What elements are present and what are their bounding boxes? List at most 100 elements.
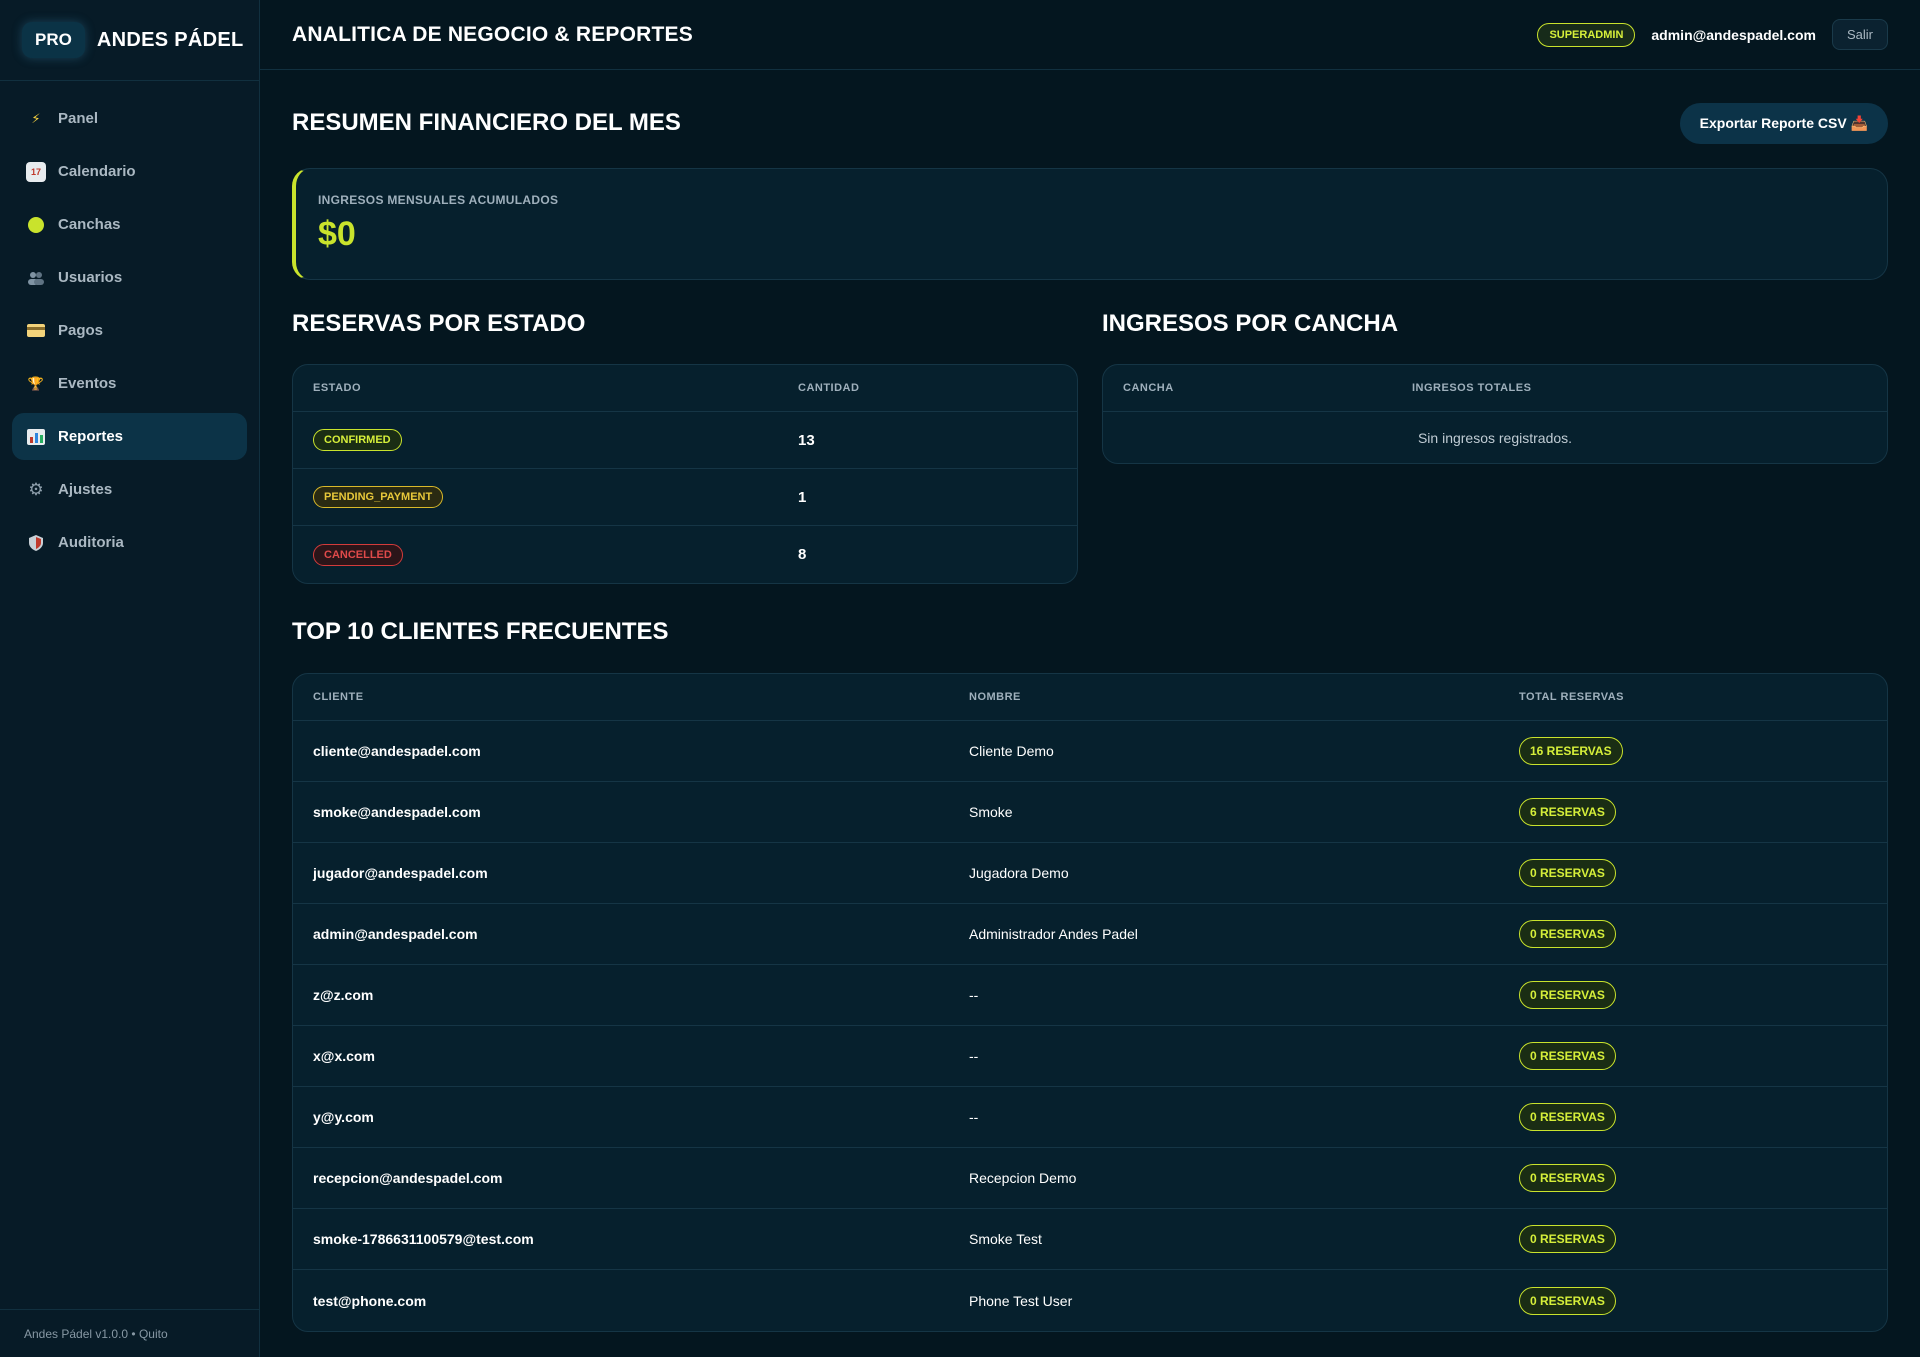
sidebar-item-label: Panel [58, 110, 99, 127]
calendar-icon: 17 [26, 161, 46, 182]
client-email: z@z.com [313, 987, 374, 1003]
reservations-badge: 16 RESERVAS [1519, 737, 1623, 765]
table-row: z@z.com -- 0 RESERVAS [293, 965, 1887, 1026]
shield-icon [26, 533, 46, 553]
client-email: jugador@andespadel.com [313, 865, 488, 881]
bar-chart-icon [26, 427, 46, 447]
reservations-badge: 0 RESERVAS [1519, 1225, 1616, 1253]
brand-name: ANDES PÁDEL [96, 28, 244, 51]
tables-row: RESERVAS POR ESTADO ESTADO CANTIDAD CONF… [292, 308, 1888, 584]
sidebar-item-auditoria[interactable]: Auditoria [12, 519, 247, 566]
sidebar-item-reportes[interactable]: Reportes [12, 413, 247, 460]
trophy-icon: 🏆 [27, 375, 45, 391]
table-row: admin@andespadel.com Administrador Andes… [293, 904, 1887, 965]
topbar: ANALITICA DE NEGOCIO & REPORTES SUPERADM… [260, 0, 1920, 70]
column-header: CLIENTE [313, 691, 364, 703]
client-name: Recepcion Demo [969, 1170, 1077, 1186]
table-header: ESTADO CANTIDAD [293, 365, 1077, 412]
topbar-user-area: SUPERADMIN admin@andespadel.com Salir [1537, 19, 1888, 50]
table-row: cliente@andespadel.com Cliente Demo 16 R… [293, 721, 1887, 782]
client-name: Phone Test User [969, 1292, 1073, 1309]
monthly-revenue-card: INGRESOS MENSUALES ACUMULADOS $0 [292, 168, 1888, 280]
reservations-badge: 6 RESERVAS [1519, 798, 1616, 826]
court-revenue-section: INGRESOS POR CANCHA CANCHA INGRESOS TOTA… [1102, 308, 1888, 584]
export-csv-button[interactable]: Exportar Reporte CSV 📥 [1679, 102, 1888, 144]
clients-table: CLIENTE NOMBRE TOTAL RESERVAS cliente@an… [292, 673, 1888, 1332]
sidebar-item-panel[interactable]: ⚡ Panel [12, 95, 247, 142]
status-count: 8 [798, 546, 807, 563]
client-email: recepcion@andespadel.com [313, 1170, 503, 1186]
reservations-badge: 0 RESERVAS [1519, 920, 1616, 948]
table-row: y@y.com -- 0 RESERVAS [293, 1087, 1887, 1148]
reservations-badge: 0 RESERVAS [1519, 981, 1616, 1009]
client-email: smoke-1786631100579@test.com [313, 1231, 534, 1247]
sidebar-item-pagos[interactable]: Pagos [12, 307, 247, 354]
credit-card-icon [26, 321, 46, 341]
reservations-badge: 0 RESERVAS [1519, 1164, 1616, 1192]
status-badge: PENDING_PAYMENT [313, 486, 444, 508]
kpi-label: INGRESOS MENSUALES ACUMULADOS [318, 193, 559, 207]
financial-header: RESUMEN FINANCIERO DEL MES Exportar Repo… [292, 102, 1888, 144]
sidebar-item-label: Ajustes [58, 481, 113, 498]
client-email: admin@andespadel.com [313, 926, 478, 942]
financial-title: RESUMEN FINANCIERO DEL MES [292, 109, 681, 136]
sidebar: PRO ANDES PÁDEL ⚡ Panel 17 Calendario Ca… [0, 0, 260, 1357]
client-email: smoke@andespadel.com [313, 804, 481, 820]
client-name: Administrador Andes Padel [969, 926, 1138, 942]
table-row: recepcion@andespadel.com Recepcion Demo … [293, 1148, 1887, 1209]
sidebar-item-ajustes[interactable]: ⚙ Ajustes [12, 466, 247, 513]
brand[interactable]: PRO ANDES PÁDEL [0, 0, 259, 81]
client-email: cliente@andespadel.com [313, 743, 481, 759]
client-name: -- [969, 1048, 979, 1064]
kpi-value: $0 [318, 215, 356, 253]
logout-button[interactable]: Salir [1831, 19, 1888, 50]
client-name: Smoke [969, 804, 1013, 820]
status-table-title: RESERVAS POR ESTADO [292, 310, 586, 337]
sidebar-item-label: Canchas [58, 216, 121, 233]
page-title: ANALITICA DE NEGOCIO & REPORTES [292, 22, 693, 46]
empty-state: Sin ingresos registrados. [1417, 429, 1573, 446]
table-row: smoke-1786631100579@test.com Smoke Test … [293, 1209, 1887, 1270]
column-header: INGRESOS TOTALES [1412, 382, 1532, 394]
sidebar-item-label: Usuarios [58, 269, 123, 286]
sidebar-item-usuarios[interactable]: Usuarios [12, 254, 247, 301]
column-header: ESTADO [313, 382, 362, 394]
sidebar-nav: ⚡ Panel 17 Calendario Canchas Usuarios P… [0, 81, 259, 566]
sidebar-item-label: Auditoria [58, 534, 124, 551]
table-row: jugador@andespadel.com Jugadora Demo 0 R… [293, 843, 1887, 904]
sidebar-footer: Andes Pádel v1.0.0 • Quito [0, 1309, 259, 1357]
client-name: Jugadora Demo [969, 865, 1069, 881]
reservations-badge: 0 RESERVAS [1519, 1286, 1616, 1315]
sidebar-item-label: Pagos [58, 322, 104, 339]
table-header: CLIENTE NOMBRE TOTAL RESERVAS [293, 674, 1887, 721]
client-email: test@phone.com [313, 1292, 427, 1309]
table-row: CANCELLED 8 [293, 526, 1077, 583]
client-name: Smoke Test [969, 1231, 1042, 1247]
court-revenue-table: CANCHA INGRESOS TOTALES Sin ingresos reg… [1102, 364, 1888, 464]
table-row: PENDING_PAYMENT 1 [293, 469, 1077, 526]
sidebar-item-canchas[interactable]: Canchas [12, 201, 247, 248]
column-header: CANTIDAD [798, 382, 860, 394]
status-count: 13 [798, 431, 815, 449]
table-row: smoke@andespadel.com Smoke 6 RESERVAS [293, 782, 1887, 843]
users-icon [26, 268, 46, 288]
sidebar-item-eventos[interactable]: 🏆 Eventos [12, 360, 247, 407]
sidebar-item-calendario[interactable]: 17 Calendario [12, 148, 247, 195]
client-name: -- [969, 1109, 979, 1125]
client-name: -- [969, 987, 979, 1003]
user-email: admin@andespadel.com [1651, 26, 1816, 43]
pro-badge: PRO [22, 22, 85, 58]
tennis-ball-icon [26, 215, 46, 235]
client-name: Cliente Demo [969, 743, 1054, 759]
table-row: test@phone.com Phone Test User 0 RESERVA… [293, 1270, 1887, 1331]
table-row: x@x.com -- 0 RESERVAS [293, 1026, 1887, 1087]
status-count: 1 [798, 488, 807, 506]
column-header: TOTAL RESERVAS [1519, 691, 1625, 703]
status-section: RESERVAS POR ESTADO ESTADO CANTIDAD CONF… [292, 308, 1078, 584]
court-table-title: INGRESOS POR CANCHA [1102, 310, 1399, 337]
status-badge: CANCELLED [313, 543, 403, 566]
role-badge: SUPERADMIN [1537, 22, 1636, 47]
gear-icon: ⚙ [28, 479, 44, 499]
sidebar-item-label: Calendario [58, 163, 136, 180]
client-email: x@x.com [313, 1048, 375, 1064]
